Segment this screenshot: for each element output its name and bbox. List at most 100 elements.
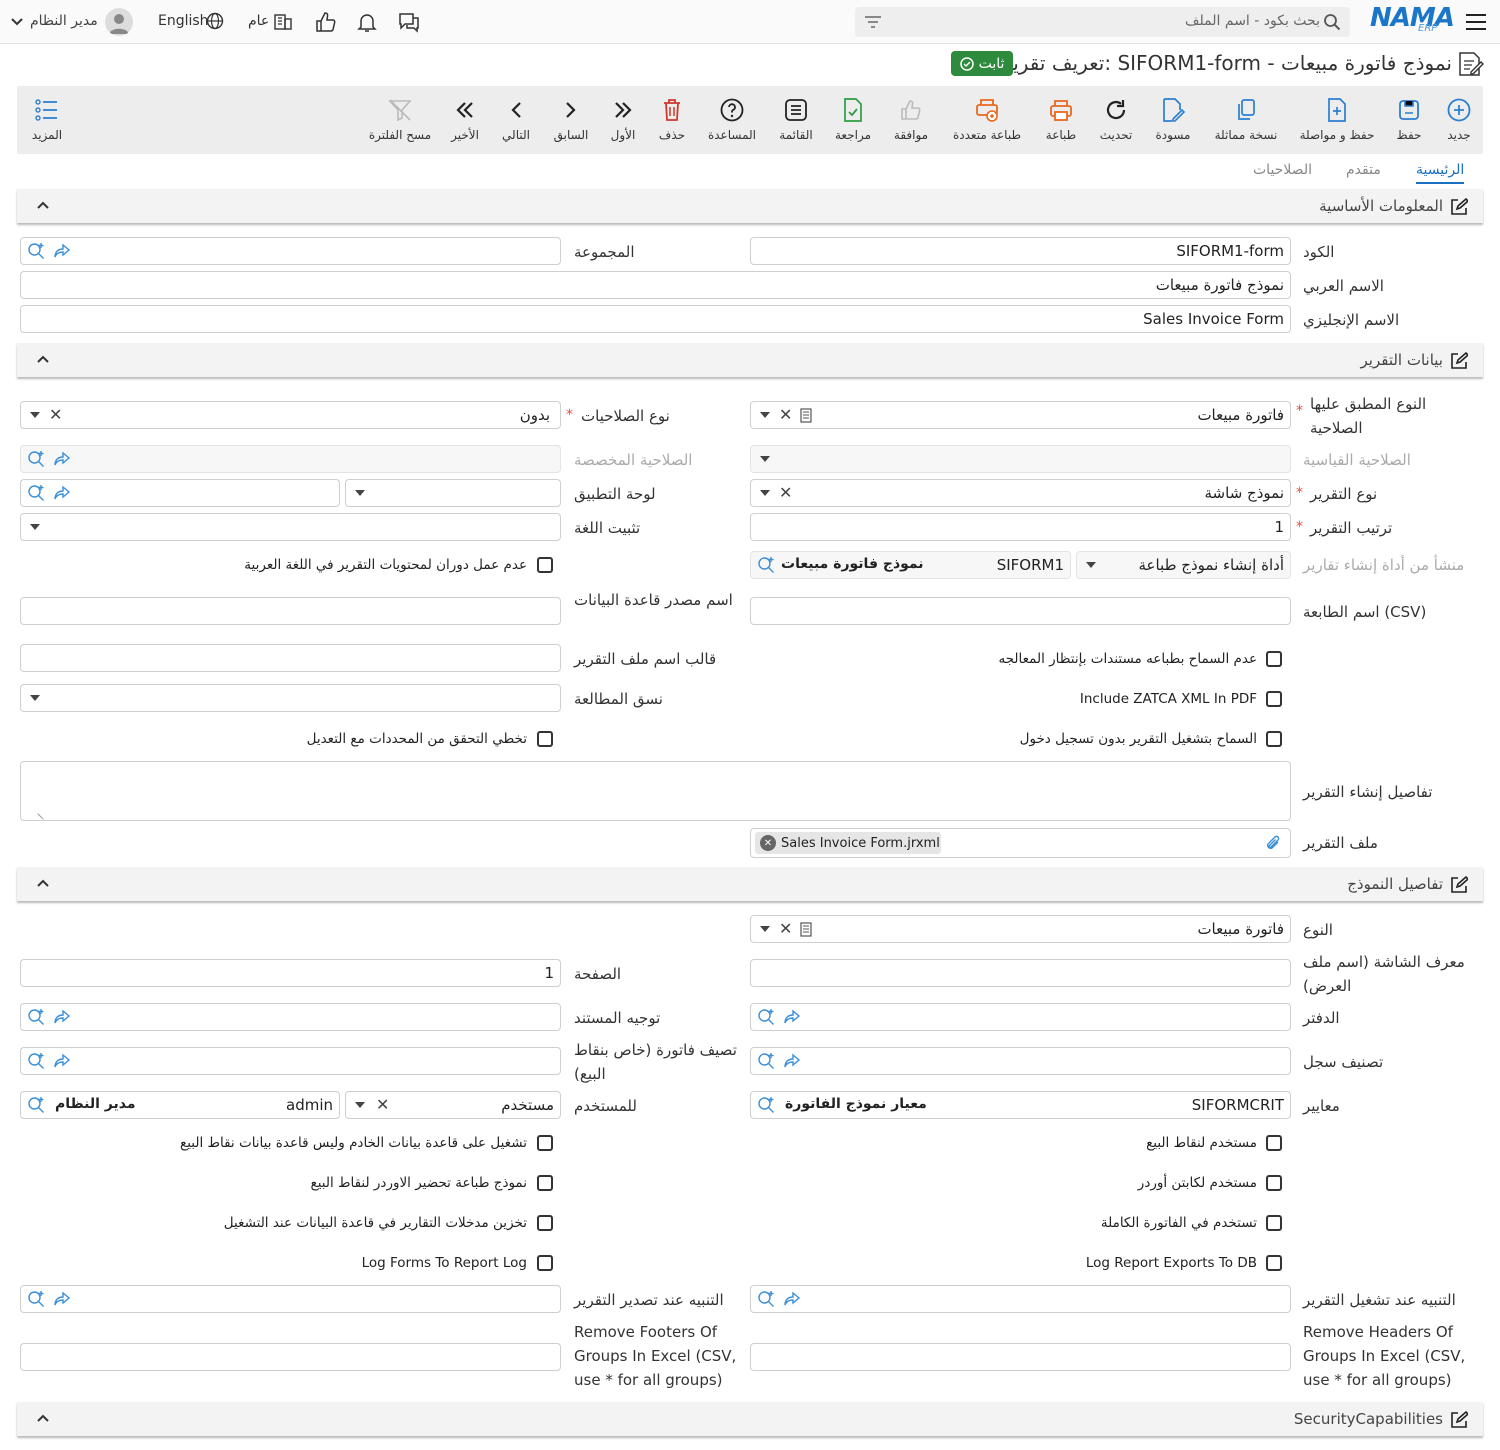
english-name-field[interactable]: Sales Invoice Form xyxy=(20,305,1291,333)
search-add-icon[interactable] xyxy=(27,1096,45,1114)
last-button[interactable]: الأخير xyxy=(445,86,485,154)
chevron-up-icon[interactable] xyxy=(37,200,49,210)
approve-button[interactable]: موافقة xyxy=(889,86,933,154)
origin-tool-field[interactable]: أداة إنشاء نموذج طباعة xyxy=(1076,551,1291,579)
first-button[interactable]: الأول xyxy=(603,86,643,154)
previous-button[interactable]: السابق xyxy=(549,86,593,154)
brand-logo[interactable]: NAMA ERP xyxy=(1370,2,1455,38)
search-add-icon[interactable] xyxy=(27,1290,45,1308)
user-type-field[interactable]: مستخدم ✕ xyxy=(345,1091,561,1119)
paperclip-icon[interactable] xyxy=(1264,833,1282,853)
chevron-up-icon[interactable] xyxy=(37,878,49,888)
scope-label[interactable]: عام xyxy=(248,13,269,29)
book-field[interactable] xyxy=(750,1003,1291,1031)
search-placeholder[interactable]: بحث بكود - اسم الملف xyxy=(1185,13,1320,29)
printer-field[interactable] xyxy=(750,597,1291,625)
section-security-header[interactable]: SecurityCapabilities xyxy=(17,1402,1483,1436)
multi-print-button[interactable]: طباعة متعددة xyxy=(946,86,1028,154)
language-switch[interactable]: English xyxy=(158,13,209,29)
avatar[interactable] xyxy=(105,8,133,36)
save-continue-button[interactable]: حفظ و مواصلة xyxy=(1298,86,1376,154)
hamburger-menu-icon[interactable] xyxy=(1463,10,1489,34)
share-icon[interactable] xyxy=(53,1008,71,1026)
search-add-icon[interactable] xyxy=(757,1096,775,1114)
share-icon[interactable] xyxy=(53,450,71,468)
delete-button[interactable]: حذف xyxy=(652,86,692,154)
user-field[interactable]: admin مدير النظام xyxy=(20,1091,340,1119)
lang-fix-field[interactable] xyxy=(20,513,561,541)
remove-footers-field[interactable] xyxy=(20,1343,561,1371)
details-textarea[interactable] xyxy=(20,761,1291,821)
skip-validation-checkbox[interactable] xyxy=(537,731,553,747)
save-button[interactable]: حفظ xyxy=(1386,86,1432,154)
clear-icon[interactable]: ✕ xyxy=(779,483,792,502)
search-add-icon[interactable] xyxy=(757,1052,775,1070)
more-button[interactable]: المزيد xyxy=(25,86,69,154)
report-type-field[interactable]: نموذج شاشة ✕ xyxy=(750,479,1291,507)
share-icon[interactable] xyxy=(783,1290,801,1308)
full-invoice-checkbox[interactable] xyxy=(1266,1215,1282,1231)
search-add-icon[interactable] xyxy=(757,1008,775,1026)
dropdown-caret-icon[interactable] xyxy=(355,1102,365,1108)
match-format-field[interactable] xyxy=(20,684,561,712)
dropdown-caret-icon[interactable] xyxy=(760,456,770,462)
search-add-icon[interactable] xyxy=(757,556,775,574)
user-name[interactable]: مدير النظام xyxy=(30,13,98,29)
file-chip[interactable]: ✕ Sales Invoice Form.jrxml xyxy=(755,832,941,854)
clear-icon[interactable]: ✕ xyxy=(779,919,792,938)
section-basic-header[interactable]: المعلومات الأساسية xyxy=(17,189,1483,223)
share-icon[interactable] xyxy=(783,1008,801,1026)
dropdown-caret-icon[interactable] xyxy=(355,490,365,496)
share-icon[interactable] xyxy=(53,484,71,502)
filter-icon[interactable] xyxy=(863,13,883,31)
refresh-button[interactable]: تحديث xyxy=(1094,86,1138,154)
search-add-icon[interactable] xyxy=(27,1008,45,1026)
perm-type-field[interactable]: بدون ✕ xyxy=(20,401,561,429)
page-field[interactable]: 1 xyxy=(20,959,561,987)
dropdown-caret-icon[interactable] xyxy=(760,490,770,496)
server-db-checkbox[interactable] xyxy=(537,1135,553,1151)
draft-button[interactable]: مسودة xyxy=(1151,86,1195,154)
thumbs-up-icon[interactable] xyxy=(313,10,337,34)
new-button[interactable]: جديد xyxy=(1435,86,1483,154)
search-add-icon[interactable] xyxy=(27,450,45,468)
print-button[interactable]: طباعة xyxy=(1039,86,1083,154)
form-type-field[interactable]: فاتورة مبيعات ✕ xyxy=(750,915,1291,943)
std-perm-field[interactable] xyxy=(750,445,1291,473)
dropdown-caret-icon[interactable] xyxy=(30,412,40,418)
remove-headers-field[interactable] xyxy=(750,1343,1291,1371)
section-form-header[interactable]: تفاصيل النموذج xyxy=(17,867,1483,901)
screen-id-field[interactable] xyxy=(750,959,1291,987)
notify-export-field[interactable] xyxy=(20,1285,561,1313)
app-board-select[interactable] xyxy=(345,479,561,507)
resize-handle[interactable] xyxy=(37,808,49,820)
arabic-name-field[interactable]: نموذج فاتورة مبيعات xyxy=(20,271,1291,299)
applied-type-field[interactable]: فاتورة مبيعات ✕ xyxy=(750,401,1291,429)
document-icon[interactable] xyxy=(799,407,813,423)
dropdown-caret-icon[interactable] xyxy=(30,695,40,701)
zatca-checkbox[interactable] xyxy=(1266,691,1282,707)
building-icon[interactable] xyxy=(273,11,293,31)
pos-use-checkbox[interactable] xyxy=(1266,1135,1282,1151)
file-field[interactable]: ✕ Sales Invoice Form.jrxml xyxy=(750,828,1291,858)
chevron-up-icon[interactable] xyxy=(37,1413,49,1423)
no-rotate-checkbox[interactable] xyxy=(537,557,553,573)
store-inputs-checkbox[interactable] xyxy=(537,1215,553,1231)
tab-permissions[interactable]: الصلاحيات xyxy=(1253,162,1312,178)
db-source-field[interactable] xyxy=(20,597,561,625)
list-button[interactable]: القائمة xyxy=(774,86,818,154)
order-captain-checkbox[interactable] xyxy=(1266,1175,1282,1191)
run-without-login-checkbox[interactable] xyxy=(1266,731,1282,747)
pos-invoice-class-field[interactable] xyxy=(20,1047,561,1075)
origin-report-field[interactable]: SIFORM1 نموذج فاتورة مبيعات xyxy=(750,551,1071,579)
bell-icon[interactable] xyxy=(355,10,379,34)
search-box[interactable]: بحث بكود - اسم الملف xyxy=(855,7,1350,37)
notify-run-field[interactable] xyxy=(750,1285,1291,1313)
share-icon[interactable] xyxy=(783,1052,801,1070)
clear-icon[interactable]: ✕ xyxy=(376,1095,389,1114)
chevron-up-icon[interactable] xyxy=(37,354,49,364)
share-icon[interactable] xyxy=(53,242,71,260)
tab-main[interactable]: الرئيسية xyxy=(1416,162,1464,178)
search-add-icon[interactable] xyxy=(27,1052,45,1070)
no-pending-print-checkbox[interactable] xyxy=(1266,651,1282,667)
